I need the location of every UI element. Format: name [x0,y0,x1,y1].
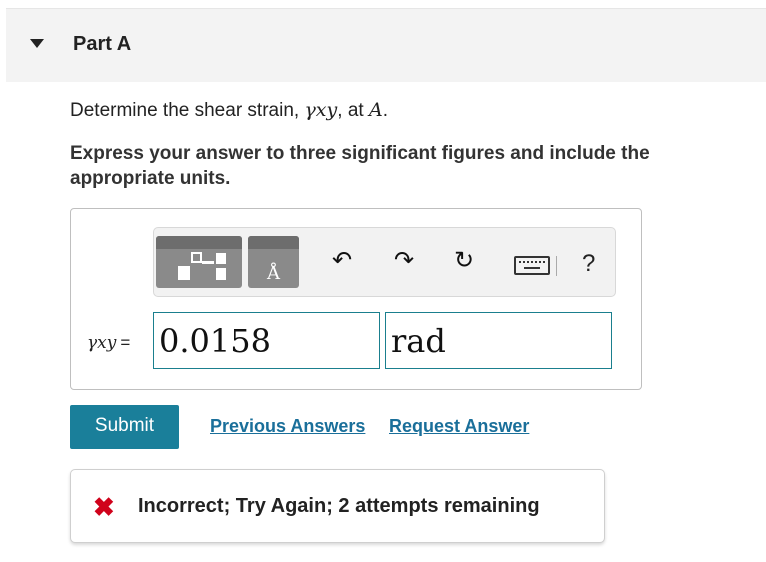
math-toolbar: Å ↶ ↷ ↻ ? [153,227,616,297]
feedback-message-box: ✖ Incorrect; Try Again; 2 attempts remai… [70,469,605,543]
question-text: Determine the shear strain, γxy, at A. [70,99,388,121]
previous-answers-link[interactable]: Previous Answers [210,416,365,437]
collapse-caret-icon[interactable] [30,39,44,48]
answer-unit-input[interactable]: rad [385,312,612,369]
part-header: Part A [6,8,766,82]
answer-variable-label: γxy = [87,333,131,353]
part-title: Part A [73,33,132,55]
answer-box: Å ↶ ↷ ↻ ? γxy = 0.0158 rad [70,208,642,390]
units-button[interactable]: Å [248,236,299,288]
point-label: A [368,99,383,121]
answer-value-input[interactable]: 0.0158 [153,312,380,369]
incorrect-x-icon: ✖ [93,492,115,522]
redo-icon[interactable]: ↷ [394,248,414,274]
help-icon[interactable]: ? [582,250,595,278]
submit-button[interactable]: Submit [70,405,179,449]
reset-icon[interactable]: ↻ [454,248,474,274]
answer-instructions: Express your answer to three significant… [70,143,650,189]
keyboard-icon[interactable] [514,256,550,275]
toolbar-divider [556,256,557,276]
undo-icon[interactable]: ↶ [332,248,352,274]
shear-strain-symbol: γxy [304,99,338,121]
templates-icon [178,252,226,280]
angstrom-icon: Å [267,263,280,284]
templates-button[interactable] [156,236,242,288]
feedback-text: Incorrect; Try Again; 2 attempts remaini… [138,495,540,517]
request-answer-link[interactable]: Request Answer [389,416,529,437]
